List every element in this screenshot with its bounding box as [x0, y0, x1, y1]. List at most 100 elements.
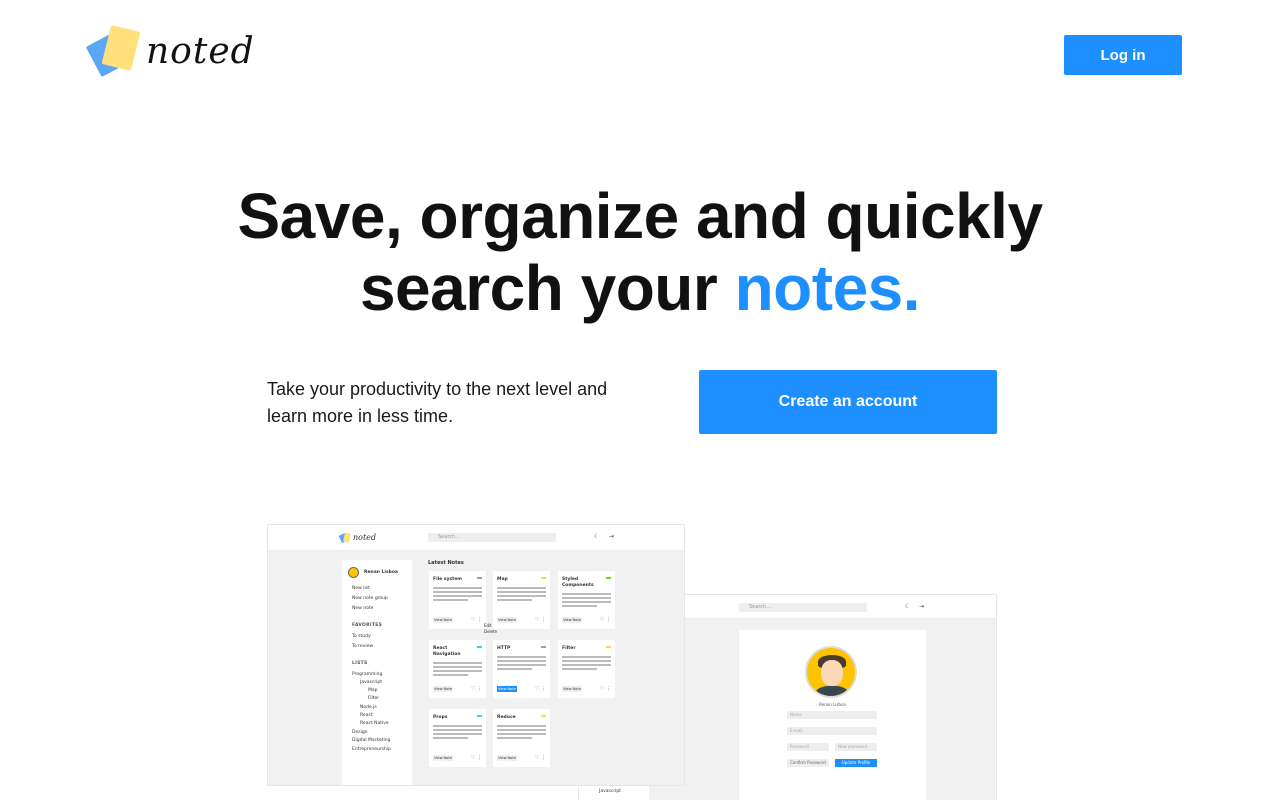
heart-icon: ♡ ⋮: [599, 617, 611, 623]
heart-icon: ♡ ⋮: [470, 686, 482, 692]
mock-note-card: Filter View Note ♡ ⋮: [558, 640, 615, 698]
mock-note-text-line: [433, 733, 482, 735]
color-tag-icon: [477, 577, 482, 579]
mock-note-text-line: [433, 591, 482, 593]
heart-icon: ♡ ⋮: [534, 686, 546, 692]
mock-list-item: Map: [368, 688, 378, 693]
profile-avatar: [805, 646, 857, 698]
mock-avatar: [348, 567, 359, 578]
moon-icon: ☾: [594, 533, 600, 540]
mock-note-text-line: [433, 670, 482, 672]
mock-view-note-button: View Note: [433, 617, 453, 623]
mock-note-text-line: [433, 595, 482, 597]
mock-note-text-line: [433, 737, 468, 739]
mock-note-text-line: [562, 664, 611, 666]
mock-note-title: Filter: [562, 646, 576, 651]
mock-update-button: Update Profile: [835, 759, 877, 767]
heart-icon: ♡ ⋮: [599, 686, 611, 692]
dashboard-screenshot: noted Search... ☾ ⇥ Renan Lisboa New lis…: [267, 524, 685, 786]
top-navbar: noted Log in: [0, 0, 1280, 110]
mock-note-text-line: [562, 593, 611, 595]
hero-title-line1: Save, organize and quickly: [237, 180, 1043, 252]
mock-list-item: Filter: [368, 696, 380, 701]
heart-icon: ♡ ⋮: [470, 755, 482, 761]
mock-view-note-button: View Note: [562, 617, 582, 623]
mock-list-item: Entrepreneurship: [352, 747, 391, 752]
mock-list-item: React Native: [360, 721, 389, 726]
mock-note-text-line: [497, 591, 546, 593]
mock-note-text-line: [562, 656, 611, 658]
mock-favorite-item: To review: [352, 644, 374, 649]
mock-email-field: E-mail: [787, 727, 877, 735]
mock-note-title: HTTP: [497, 646, 511, 651]
mock-note-text-line: [433, 599, 468, 601]
mock-note-card: Reduce View Note ♡ ⋮: [493, 709, 550, 767]
mock-note-title: Reduce: [497, 715, 516, 720]
logout-icon: ⇥: [609, 533, 615, 540]
mock-search-input: Search...: [739, 603, 867, 612]
mock-note-text-line: [433, 725, 482, 727]
color-tag-icon: [541, 715, 546, 717]
mock-action-new-list: New list: [352, 586, 370, 591]
mock-view-note-button: View Note: [562, 686, 582, 692]
mock-new-password-field: New password: [835, 743, 877, 751]
mock-lists-heading: LISTS: [352, 661, 368, 666]
login-button[interactable]: Log in: [1064, 35, 1182, 75]
logout-icon: ⇥: [919, 603, 925, 610]
mock-note-title: Map: [497, 577, 508, 582]
mock-note-text-line: [497, 729, 546, 731]
mock-search-input: Search...: [428, 533, 556, 542]
brand-wordmark: noted: [146, 30, 255, 72]
profile-panel: Renan Lisboa Name E-mail Password New pa…: [739, 630, 926, 800]
mock-note-text-line: [562, 668, 597, 670]
mock-note-text-line: [433, 666, 482, 668]
mock-note-card: File system View Note ♡ ⋮: [429, 571, 486, 629]
mock-note-title: Styled Components: [562, 577, 594, 588]
heart-icon: ♡ ⋮: [534, 755, 546, 761]
mock-note-text-line: [433, 587, 482, 589]
mock-note-title: File system: [433, 577, 462, 582]
mock-sidebar: Renan Lisboa New list New note group New…: [342, 560, 412, 785]
mock-list-item: Digital Marketing: [352, 738, 391, 743]
mock-note-text-line: [497, 737, 532, 739]
mock-view-note-button: View Note: [497, 686, 517, 692]
mock-note-text-line: [497, 668, 532, 670]
color-tag-icon: [606, 646, 611, 648]
color-tag-icon: [541, 646, 546, 648]
profile-name: Renan Lisboa: [819, 702, 846, 707]
brand-logo[interactable]: noted: [85, 24, 255, 78]
mock-note-text-line: [497, 599, 532, 601]
moon-icon: ☾: [905, 603, 911, 610]
mock-list-item: Javascript: [599, 789, 622, 794]
hero-title: Save, organize and quickly search your n…: [0, 180, 1280, 324]
mock-list-item: Programming: [352, 672, 383, 677]
mock-note-text-line: [497, 595, 546, 597]
mock-note-text-line: [497, 587, 546, 589]
color-tag-icon: [477, 715, 482, 717]
mock-password-field: Password: [787, 743, 829, 751]
mock-note-text-line: [497, 656, 546, 658]
app-preview: Search... ☾ ⇥ n Lisboa Programming Javas…: [267, 524, 997, 800]
mock-confirm-field: Confirm Password: [787, 759, 829, 767]
mock-note-text-line: [497, 664, 546, 666]
mock-list-item: Javascript: [360, 680, 383, 685]
mock-note-text-line: [562, 660, 611, 662]
mock-view-note-button: View Note: [433, 686, 453, 692]
mock-note-text-line: [497, 733, 546, 735]
mock-note-card: Props View Note ♡ ⋮: [429, 709, 486, 767]
mock-note-text-line: [497, 660, 546, 662]
hero-subtitle: Take your productivity to the next level…: [267, 379, 608, 426]
create-account-button[interactable]: Create an account: [699, 370, 997, 434]
mock-favorite-item: To study: [352, 634, 371, 639]
mock-note-card: React Navigation View Note ♡ ⋮: [429, 640, 486, 698]
mock-notes-heading: Latest Notes: [428, 560, 464, 566]
sticky-notes-icon: [85, 24, 144, 78]
hero-title-accent: notes.: [734, 252, 921, 324]
color-tag-icon: [477, 646, 482, 648]
mock-name-field: Name: [787, 711, 877, 719]
mock-list-item: Design: [352, 730, 368, 735]
mock-view-note-button: View Note: [497, 755, 517, 761]
mock-note-text-line: [562, 601, 611, 603]
mock-user-name: Renan Lisboa: [364, 570, 398, 575]
mock-view-note-button: View Note: [497, 617, 517, 623]
